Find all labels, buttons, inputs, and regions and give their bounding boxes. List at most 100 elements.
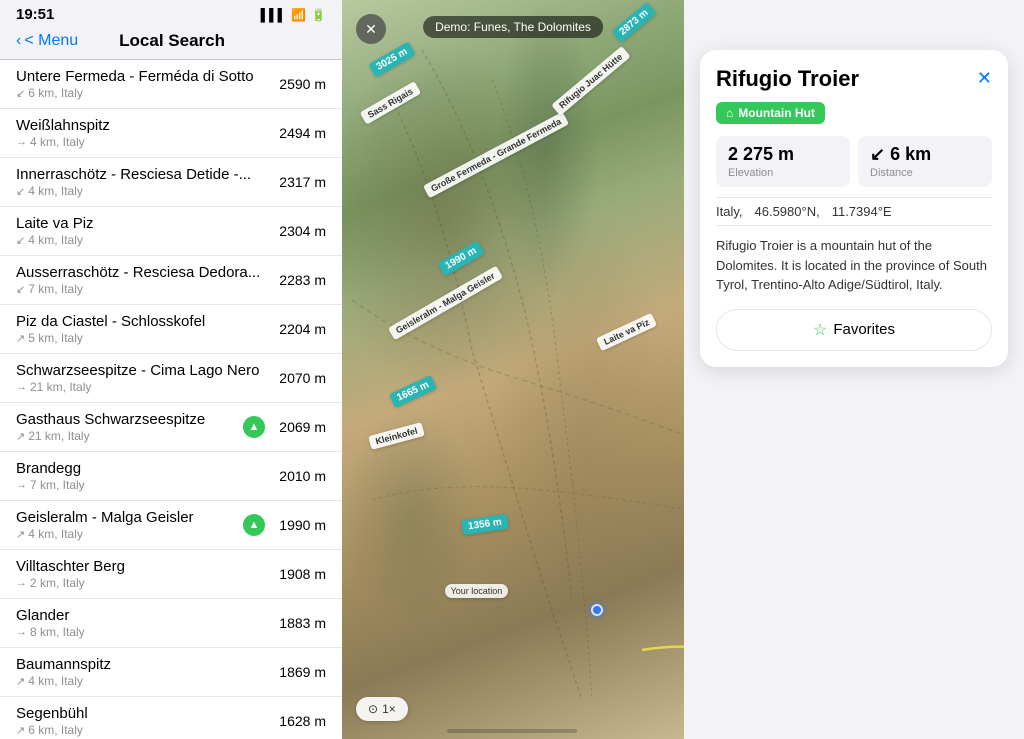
item-sub: ↗ 5 km, Italy: [16, 331, 205, 345]
list-item[interactable]: Weißlahnspitz → 4 km, Italy 2494 m: [0, 109, 342, 158]
item-elevation: 1628 m: [271, 713, 326, 729]
item-elevation: 1883 m: [271, 615, 326, 631]
item-name: Weißlahnspitz: [16, 117, 110, 134]
item-elevation: 2204 m: [271, 321, 326, 337]
list-item[interactable]: Villtaschter Berg → 2 km, Italy 1908 m: [0, 550, 342, 599]
item-left: Schwarzseespitze - Cima Lago Nero → 21 k…: [16, 362, 259, 394]
list-item[interactable]: Brandegg → 7 km, Italy 2010 m: [0, 452, 342, 501]
list-item[interactable]: Schwarzseespitze - Cima Lago Nero → 21 k…: [0, 354, 342, 403]
demo-label: Demo: Funes, The Dolomites: [423, 16, 603, 38]
item-sub: → 7 km, Italy: [16, 478, 85, 492]
item-distance: 4 km, Italy: [30, 135, 85, 149]
item-right: 2317 m: [271, 174, 326, 190]
list-item[interactable]: Ausserraschötz - Resciesa Dedora... ↙ 7 …: [0, 256, 342, 305]
terrain-overlay: [342, 0, 684, 739]
item-left: Geisleralm - Malga Geisler ↗ 4 km, Italy: [16, 509, 194, 541]
item-right: 1628 m: [271, 713, 326, 729]
list-item[interactable]: Glander → 8 km, Italy 1883 m: [0, 599, 342, 648]
item-name: Ausserraschötz - Resciesa Dedora...: [16, 264, 260, 281]
status-time: 19:51: [16, 6, 54, 23]
item-name: Schwarzseespitze - Cima Lago Nero: [16, 362, 259, 379]
item-distance: 4 km, Italy: [28, 233, 83, 247]
item-left: Laite va Piz ↙ 4 km, Italy: [16, 215, 94, 247]
item-sub: → 4 km, Italy: [16, 135, 110, 149]
favorites-label: Favorites: [833, 321, 895, 338]
item-name: Brandegg: [16, 460, 85, 477]
card-location: Italy, 46.5980°N, 11.7394°E: [716, 197, 992, 226]
item-left: Untere Fermeda - Ferméda di Sotto ↙ 6 km…: [16, 68, 254, 100]
list-item[interactable]: Geisleralm - Malga Geisler ↗ 4 km, Italy…: [0, 501, 342, 550]
list-item[interactable]: Laite va Piz ↙ 4 km, Italy 2304 m: [0, 207, 342, 256]
search-list[interactable]: Untere Fermeda - Ferméda di Sotto ↙ 6 km…: [0, 60, 342, 739]
zoom-button[interactable]: ⊙ 1×: [356, 697, 408, 721]
item-sub: ↙ 6 km, Italy: [16, 86, 254, 100]
list-item[interactable]: Segenbühl ↗ 6 km, Italy 1628 m: [0, 697, 342, 739]
item-left: Weißlahnspitz → 4 km, Italy: [16, 117, 110, 149]
item-left: Piz da Ciastel - Schlosskofel ↗ 5 km, It…: [16, 313, 205, 345]
list-item[interactable]: Untere Fermeda - Ferméda di Sotto ↙ 6 km…: [0, 60, 342, 109]
nav-title: Local Search: [119, 31, 225, 51]
signal-icon: ▌▌▌: [261, 8, 287, 22]
green-badge: ▲: [243, 416, 265, 438]
direction-icon: ↗: [16, 430, 25, 443]
zoom-level: 1×: [382, 702, 396, 716]
menu-label: < Menu: [24, 32, 78, 50]
card-title: Rifugio Troier: [716, 66, 859, 92]
item-right: ▲ 2069 m: [243, 416, 326, 438]
detail-card: Rifugio Troier ✕ ⌂ Mountain Hut 2 275 m …: [700, 50, 1008, 367]
chevron-left-icon: ‹: [16, 32, 21, 50]
item-sub: ↗ 4 km, Italy: [16, 674, 111, 688]
item-distance: 4 km, Italy: [28, 527, 83, 541]
item-sub: → 2 km, Italy: [16, 576, 125, 590]
item-name: Villtaschter Berg: [16, 558, 125, 575]
map-panel: 2873 m 3025 m Sass Rigais Große Fermeda …: [342, 0, 684, 739]
direction-icon: ↙: [16, 234, 25, 247]
item-elevation: 1908 m: [271, 566, 326, 582]
battery-icon: 🔋: [311, 8, 326, 22]
status-icons: ▌▌▌ 📶 🔋: [261, 8, 326, 22]
list-item[interactable]: Piz da Ciastel - Schlosskofel ↗ 5 km, It…: [0, 305, 342, 354]
direction-icon: →: [16, 136, 27, 148]
item-left: Ausserraschötz - Resciesa Dedora... ↙ 7 …: [16, 264, 260, 296]
distance-label: Distance: [870, 167, 980, 179]
item-elevation: 2494 m: [271, 125, 326, 141]
direction-icon: ↗: [16, 724, 25, 737]
item-sub: → 8 km, Italy: [16, 625, 85, 639]
map-background: 2873 m 3025 m Sass Rigais Große Fermeda …: [342, 0, 684, 739]
list-item[interactable]: Gasthaus Schwarzseespitze ↗ 21 km, Italy…: [0, 403, 342, 452]
card-close-button[interactable]: ✕: [977, 68, 992, 89]
direction-icon: ↙: [16, 283, 25, 296]
item-elevation: 1990 m: [271, 517, 326, 533]
item-name: Laite va Piz: [16, 215, 94, 232]
map-close-button[interactable]: ✕: [356, 14, 386, 44]
list-item[interactable]: Innerraschötz - Resciesa Detide -... ↙ 4…: [0, 158, 342, 207]
item-elevation: 2070 m: [271, 370, 326, 386]
longitude-value: 11.7394°E: [832, 204, 892, 219]
zoom-icon: ⊙: [368, 702, 378, 716]
item-name: Glander: [16, 607, 85, 624]
item-right: 2283 m: [271, 272, 326, 288]
item-left: Baumannspitz ↗ 4 km, Italy: [16, 656, 111, 688]
right-panel: Rifugio Troier ✕ ⌂ Mountain Hut 2 275 m …: [684, 0, 1024, 739]
country-value: Italy,: [716, 204, 743, 219]
favorites-button[interactable]: ☆ Favorites: [716, 309, 992, 351]
item-distance: 8 km, Italy: [30, 625, 85, 639]
latitude-value: 46.5980°N,: [755, 204, 820, 219]
list-item[interactable]: Baumannspitz ↗ 4 km, Italy 1869 m: [0, 648, 342, 697]
item-elevation: 2010 m: [271, 468, 326, 484]
item-right: 2010 m: [271, 468, 326, 484]
nav-back-button[interactable]: ‹ < Menu: [16, 32, 78, 50]
item-sub: ↗ 6 km, Italy: [16, 723, 88, 737]
item-right: 1869 m: [271, 664, 326, 680]
item-right: ▲ 1990 m: [243, 514, 326, 536]
item-distance: 2 km, Italy: [30, 576, 85, 590]
item-right: 2590 m: [271, 76, 326, 92]
hut-icon: ⌂: [726, 106, 733, 120]
left-panel: 19:51 ▌▌▌ 📶 🔋 ‹ < Menu Local Search Unte…: [0, 0, 342, 739]
item-distance: 6 km, Italy: [28, 86, 83, 100]
card-header: Rifugio Troier ✕: [716, 66, 992, 92]
elevation-value: 2 275 m: [728, 144, 838, 165]
item-name: Piz da Ciastel - Schlosskofel: [16, 313, 205, 330]
item-sub: ↗ 21 km, Italy: [16, 429, 205, 443]
item-distance: 21 km, Italy: [30, 380, 91, 394]
